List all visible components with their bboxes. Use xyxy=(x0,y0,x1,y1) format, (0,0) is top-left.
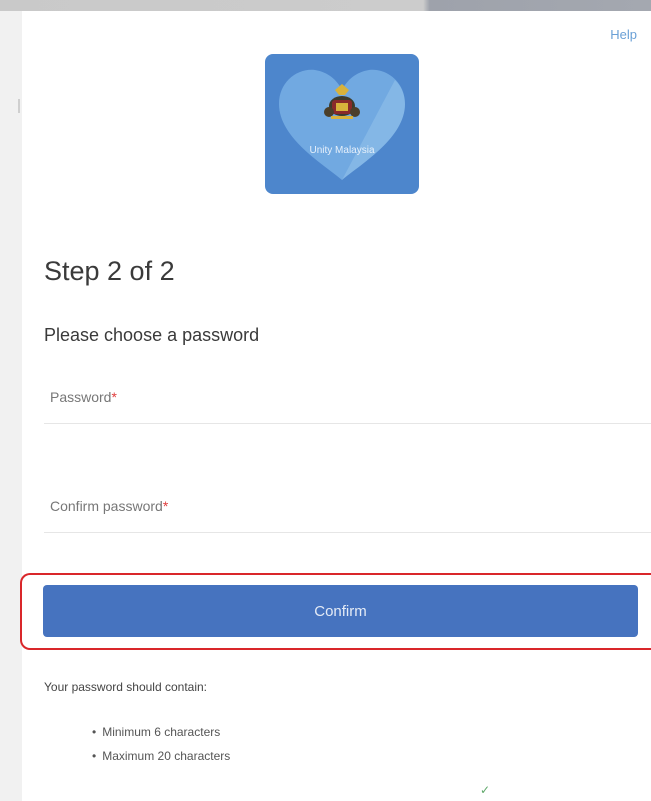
top-bar xyxy=(0,0,651,11)
left-sidebar-strip xyxy=(0,11,22,801)
confirm-password-field[interactable]: Confirm password* xyxy=(44,492,651,534)
checkmark-icon: ✓ xyxy=(480,783,491,797)
form-subtitle: Please choose a password xyxy=(44,325,260,345)
password-input[interactable] xyxy=(44,383,651,425)
step-title: Step 2 of 2 xyxy=(44,256,175,286)
confirm-password-input[interactable] xyxy=(44,492,651,534)
password-requirements: Minimum 6 characters Maximum 20 characte… xyxy=(92,725,230,773)
password-hint: Your password should contain: xyxy=(44,680,207,694)
password-field[interactable]: Password* xyxy=(44,383,651,425)
confirm-button[interactable]: Confirm xyxy=(43,585,638,637)
logo-text: Unity Malaysia xyxy=(309,145,375,156)
help-link[interactable]: Help xyxy=(610,27,637,42)
requirement-item: Maximum 20 characters xyxy=(92,749,230,763)
sidebar-marker xyxy=(18,99,20,113)
heart-icon xyxy=(279,69,405,180)
app-logo: Unity Malaysia xyxy=(265,54,419,194)
requirement-item: Minimum 6 characters xyxy=(92,725,230,739)
